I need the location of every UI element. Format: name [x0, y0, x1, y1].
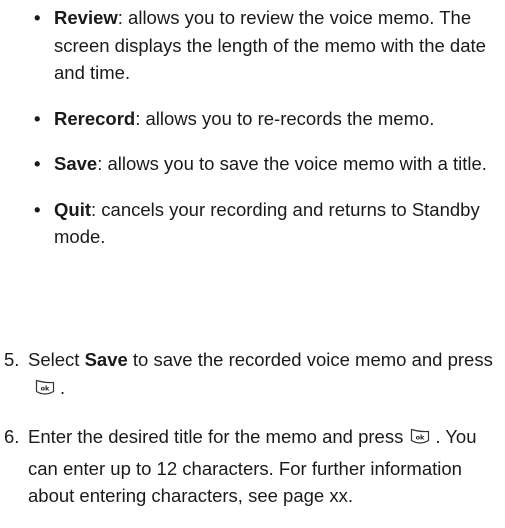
step-6: 6. Enter the desired title for the memo … — [4, 423, 504, 510]
bullet-dot: • — [34, 107, 41, 129]
option-review: • Review: allows you to review the voice… — [28, 4, 500, 87]
voice-memo-options-list: • Review: allows you to review the voice… — [28, 4, 500, 269]
option-description: : allows you to review the voice memo. T… — [54, 7, 486, 83]
option-save: • Save: allows you to save the voice mem… — [28, 150, 500, 178]
step-text-end: . — [60, 376, 66, 398]
step-text-before: Select — [28, 349, 85, 370]
bullet-dot: • — [34, 153, 41, 174]
manual-page: • Review: allows you to review the voice… — [0, 0, 505, 506]
option-term: Quit — [54, 198, 91, 220]
option-rerecord: • Rerecord: allows you to re-records the… — [28, 105, 500, 133]
svg-text:ok: ok — [416, 433, 425, 441]
ok-key-icon: ok — [34, 378, 56, 406]
bullet-dot: • — [34, 7, 41, 28]
step-text-before: Enter the desired title for the memo and… — [28, 426, 404, 447]
option-term: Save — [54, 153, 98, 174]
option-description: : allows you to save the voice memo with… — [97, 153, 487, 174]
bullet-dot: • — [34, 198, 41, 220]
option-description: : cancels your recording and returns to … — [54, 198, 480, 248]
step-number: 5. — [4, 349, 20, 370]
option-term: Rerecord — [54, 107, 136, 129]
option-quit: • Quit: cancels your recording and retur… — [28, 196, 500, 251]
instruction-steps: 5. Select Save to save the recorded voic… — [4, 346, 504, 528]
step-bold-term: Save — [84, 349, 128, 370]
step-number: 6. — [4, 426, 20, 447]
option-term: Review — [54, 7, 118, 28]
option-description: : allows you to re-records the memo. — [135, 107, 435, 129]
svg-text:ok: ok — [41, 384, 50, 392]
step-text-after: to save the recorded voice memo and pres… — [127, 349, 493, 370]
ok-key-icon: ok — [409, 427, 431, 455]
step-5: 5. Select Save to save the recorded voic… — [4, 346, 504, 405]
